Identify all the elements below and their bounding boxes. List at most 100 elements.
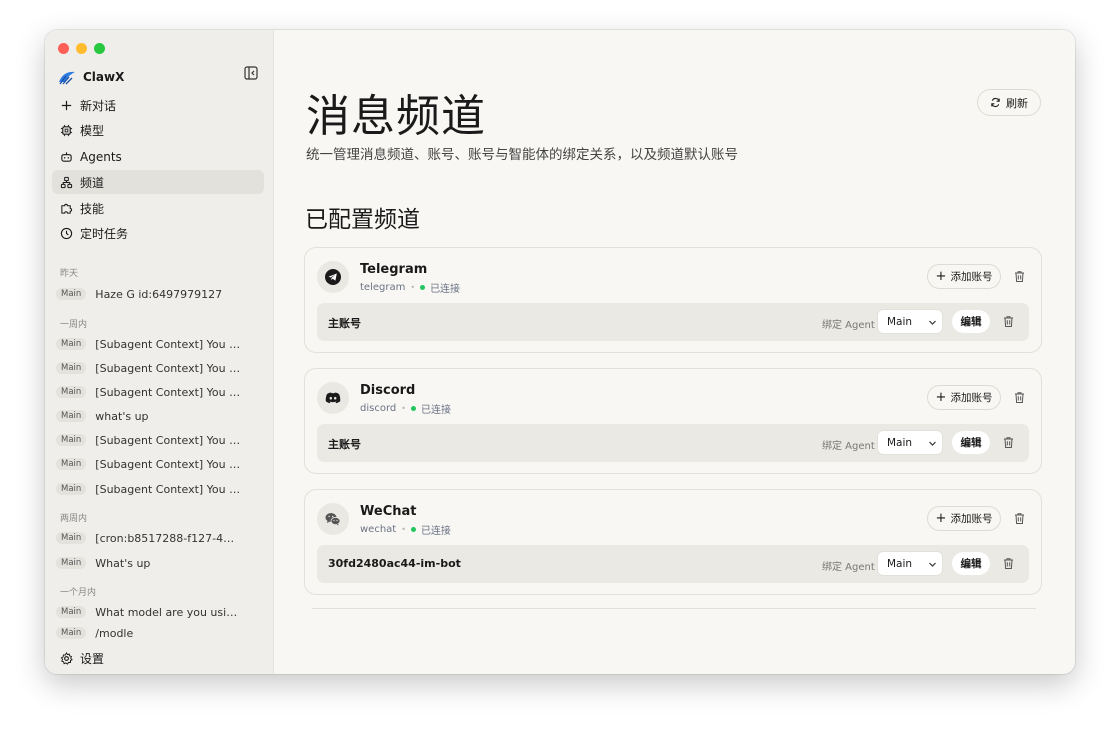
nav-models[interactable]: 模型 xyxy=(52,119,264,143)
nav-skills[interactable]: 技能 xyxy=(52,196,264,220)
session-item[interactable]: Main [Subagent Context] You are... xyxy=(56,479,261,499)
channel-meta: telegram • 已连接 xyxy=(360,280,460,295)
main-content: 消息频道 统一管理消息频道、账号、账号与智能体的绑定关系，以及频道默认账号 刷新… xyxy=(274,30,1075,674)
session-title: Haze G id:6497979127 xyxy=(95,287,223,301)
session-item[interactable]: Main [Subagent Context] You are... xyxy=(56,454,261,474)
channel-icon xyxy=(317,503,349,535)
channel-card-discord: Discord discord • 已连接 + 添加账号 主账号 绑定 Agen… xyxy=(304,368,1042,474)
nav-new-chat[interactable]: 新对话 xyxy=(52,93,264,117)
edit-account-button[interactable]: 编辑 xyxy=(952,552,990,575)
history-group-label: 昨天 xyxy=(60,269,79,279)
zoom-window-button[interactable] xyxy=(94,43,105,54)
session-title: /modle xyxy=(95,626,134,640)
session-item[interactable]: Main [Subagent Context] You are... xyxy=(56,358,261,378)
channel-icon xyxy=(317,382,349,414)
session-item[interactable]: Main [Subagent Context] You are... xyxy=(56,382,261,402)
plus-icon xyxy=(61,100,72,110)
agent-tag: Main xyxy=(56,483,87,495)
settings-label: 设置 xyxy=(80,652,105,666)
session-item[interactable]: Main [Subagent Context] You are... xyxy=(56,430,261,450)
chevron-down-icon xyxy=(929,320,936,325)
settings-button[interactable]: 设置 xyxy=(60,650,104,667)
add-account-label: 添加账号 xyxy=(950,513,993,525)
channel-type: wechat xyxy=(360,524,397,535)
refresh-button[interactable]: 刷新 xyxy=(977,89,1041,116)
session-title: what's up xyxy=(95,409,149,423)
nav-label: 新对话 xyxy=(80,98,117,113)
agent-select[interactable]: Main xyxy=(877,309,943,334)
minimize-window-button[interactable] xyxy=(76,43,87,54)
session-item[interactable]: Main [cron:b8517288-f127-415a... xyxy=(56,528,261,548)
delete-account-icon[interactable] xyxy=(1002,315,1015,328)
page-title: 消息频道 xyxy=(306,91,486,142)
account-name: 主账号 xyxy=(328,317,361,330)
session-item[interactable]: Main what's up xyxy=(56,406,261,426)
discord-icon xyxy=(325,392,341,404)
window-controls xyxy=(58,43,105,54)
agent-tag: Main xyxy=(56,627,87,639)
account-row: 主账号 绑定 Agent Main 编辑 xyxy=(317,424,1029,462)
chevron-down-icon xyxy=(929,562,936,567)
page-subtitle: 统一管理消息频道、账号、账号与智能体的绑定关系，以及频道默认账号 xyxy=(306,147,738,163)
nav-scheduled-tasks[interactable]: 定时任务 xyxy=(52,222,264,246)
plus-icon: + xyxy=(935,269,947,284)
puzzle-icon xyxy=(61,203,73,214)
add-account-button[interactable]: + 添加账号 xyxy=(927,264,1001,289)
session-title: [Subagent Context] You are... xyxy=(95,361,241,375)
agent-tag: Main xyxy=(56,458,87,470)
configured-channels-title: 已配置频道 xyxy=(305,207,420,233)
bind-agent-label: 绑定 Agent xyxy=(822,320,875,331)
agent-tag: Main xyxy=(56,606,87,618)
delete-account-icon[interactable] xyxy=(1002,557,1015,570)
session-item[interactable]: Main Haze G id:6497979127 xyxy=(56,284,261,304)
edit-account-button[interactable]: 编辑 xyxy=(952,431,990,454)
session-item[interactable]: Main What's up xyxy=(56,553,261,573)
session-item[interactable]: Main /modle xyxy=(56,626,261,640)
agent-select[interactable]: Main xyxy=(877,551,943,576)
bot-icon xyxy=(61,152,72,162)
session-title: [Subagent Context] You are... xyxy=(95,337,241,351)
nav-label: 频道 xyxy=(80,175,105,190)
nav-channels[interactable]: 频道 xyxy=(52,170,264,195)
add-account-button[interactable]: + 添加账号 xyxy=(927,385,1001,410)
app-window: ClawX 新对话 模型 Agents 频道 技能 定时任务 昨天 Main H… xyxy=(45,30,1075,674)
agent-tag: Main xyxy=(56,434,87,446)
nav-label: 定时任务 xyxy=(80,227,129,242)
edit-account-button[interactable]: 编辑 xyxy=(952,310,990,333)
session-item[interactable]: Main [Subagent Context] You are... xyxy=(56,334,261,354)
close-window-button[interactable] xyxy=(58,43,69,54)
add-account-button[interactable]: + 添加账号 xyxy=(927,506,1001,531)
delete-channel-icon[interactable] xyxy=(1013,512,1026,525)
account-name: 30fd2480ac44-im-bot xyxy=(328,557,461,570)
nav-agents[interactable]: Agents xyxy=(52,145,264,169)
delete-account-icon[interactable] xyxy=(1002,436,1015,449)
delete-channel-icon[interactable] xyxy=(1013,270,1026,283)
agent-select-value: Main xyxy=(887,315,913,328)
account-row: 主账号 绑定 Agent Main 编辑 xyxy=(317,303,1029,341)
agent-tag: Main xyxy=(56,410,87,422)
gear-icon xyxy=(60,652,73,665)
session-title: [Subagent Context] You are... xyxy=(95,385,241,399)
channel-name: WeChat xyxy=(360,504,417,519)
agent-tag: Main xyxy=(56,338,87,350)
delete-channel-icon[interactable] xyxy=(1013,391,1026,404)
brand: ClawX xyxy=(57,68,124,86)
sidebar-nav: 新对话 模型 Agents 频道 技能 定时任务 xyxy=(52,93,264,248)
history-group-label: 一个月内 xyxy=(60,588,97,598)
session-title: What's up xyxy=(95,556,151,570)
agent-tag: Main xyxy=(56,288,87,300)
collapse-sidebar-icon[interactable] xyxy=(244,66,258,80)
account-name: 主账号 xyxy=(328,438,361,451)
add-account-label: 添加账号 xyxy=(950,271,993,283)
refresh-icon xyxy=(991,97,1000,108)
channel-name: Discord xyxy=(360,383,416,398)
session-title: [Subagent Context] You are... xyxy=(95,433,241,447)
bind-agent-label: 绑定 Agent xyxy=(822,562,875,573)
status-dot xyxy=(410,527,416,532)
agent-select-value: Main xyxy=(887,436,913,449)
session-item[interactable]: Main What model are you using r... xyxy=(56,602,261,622)
agent-select[interactable]: Main xyxy=(877,430,943,455)
agent-select-value: Main xyxy=(887,557,913,570)
channel-card-telegram: Telegram telegram • 已连接 + 添加账号 主账号 绑定 Ag… xyxy=(304,247,1042,353)
network-icon xyxy=(60,176,73,189)
